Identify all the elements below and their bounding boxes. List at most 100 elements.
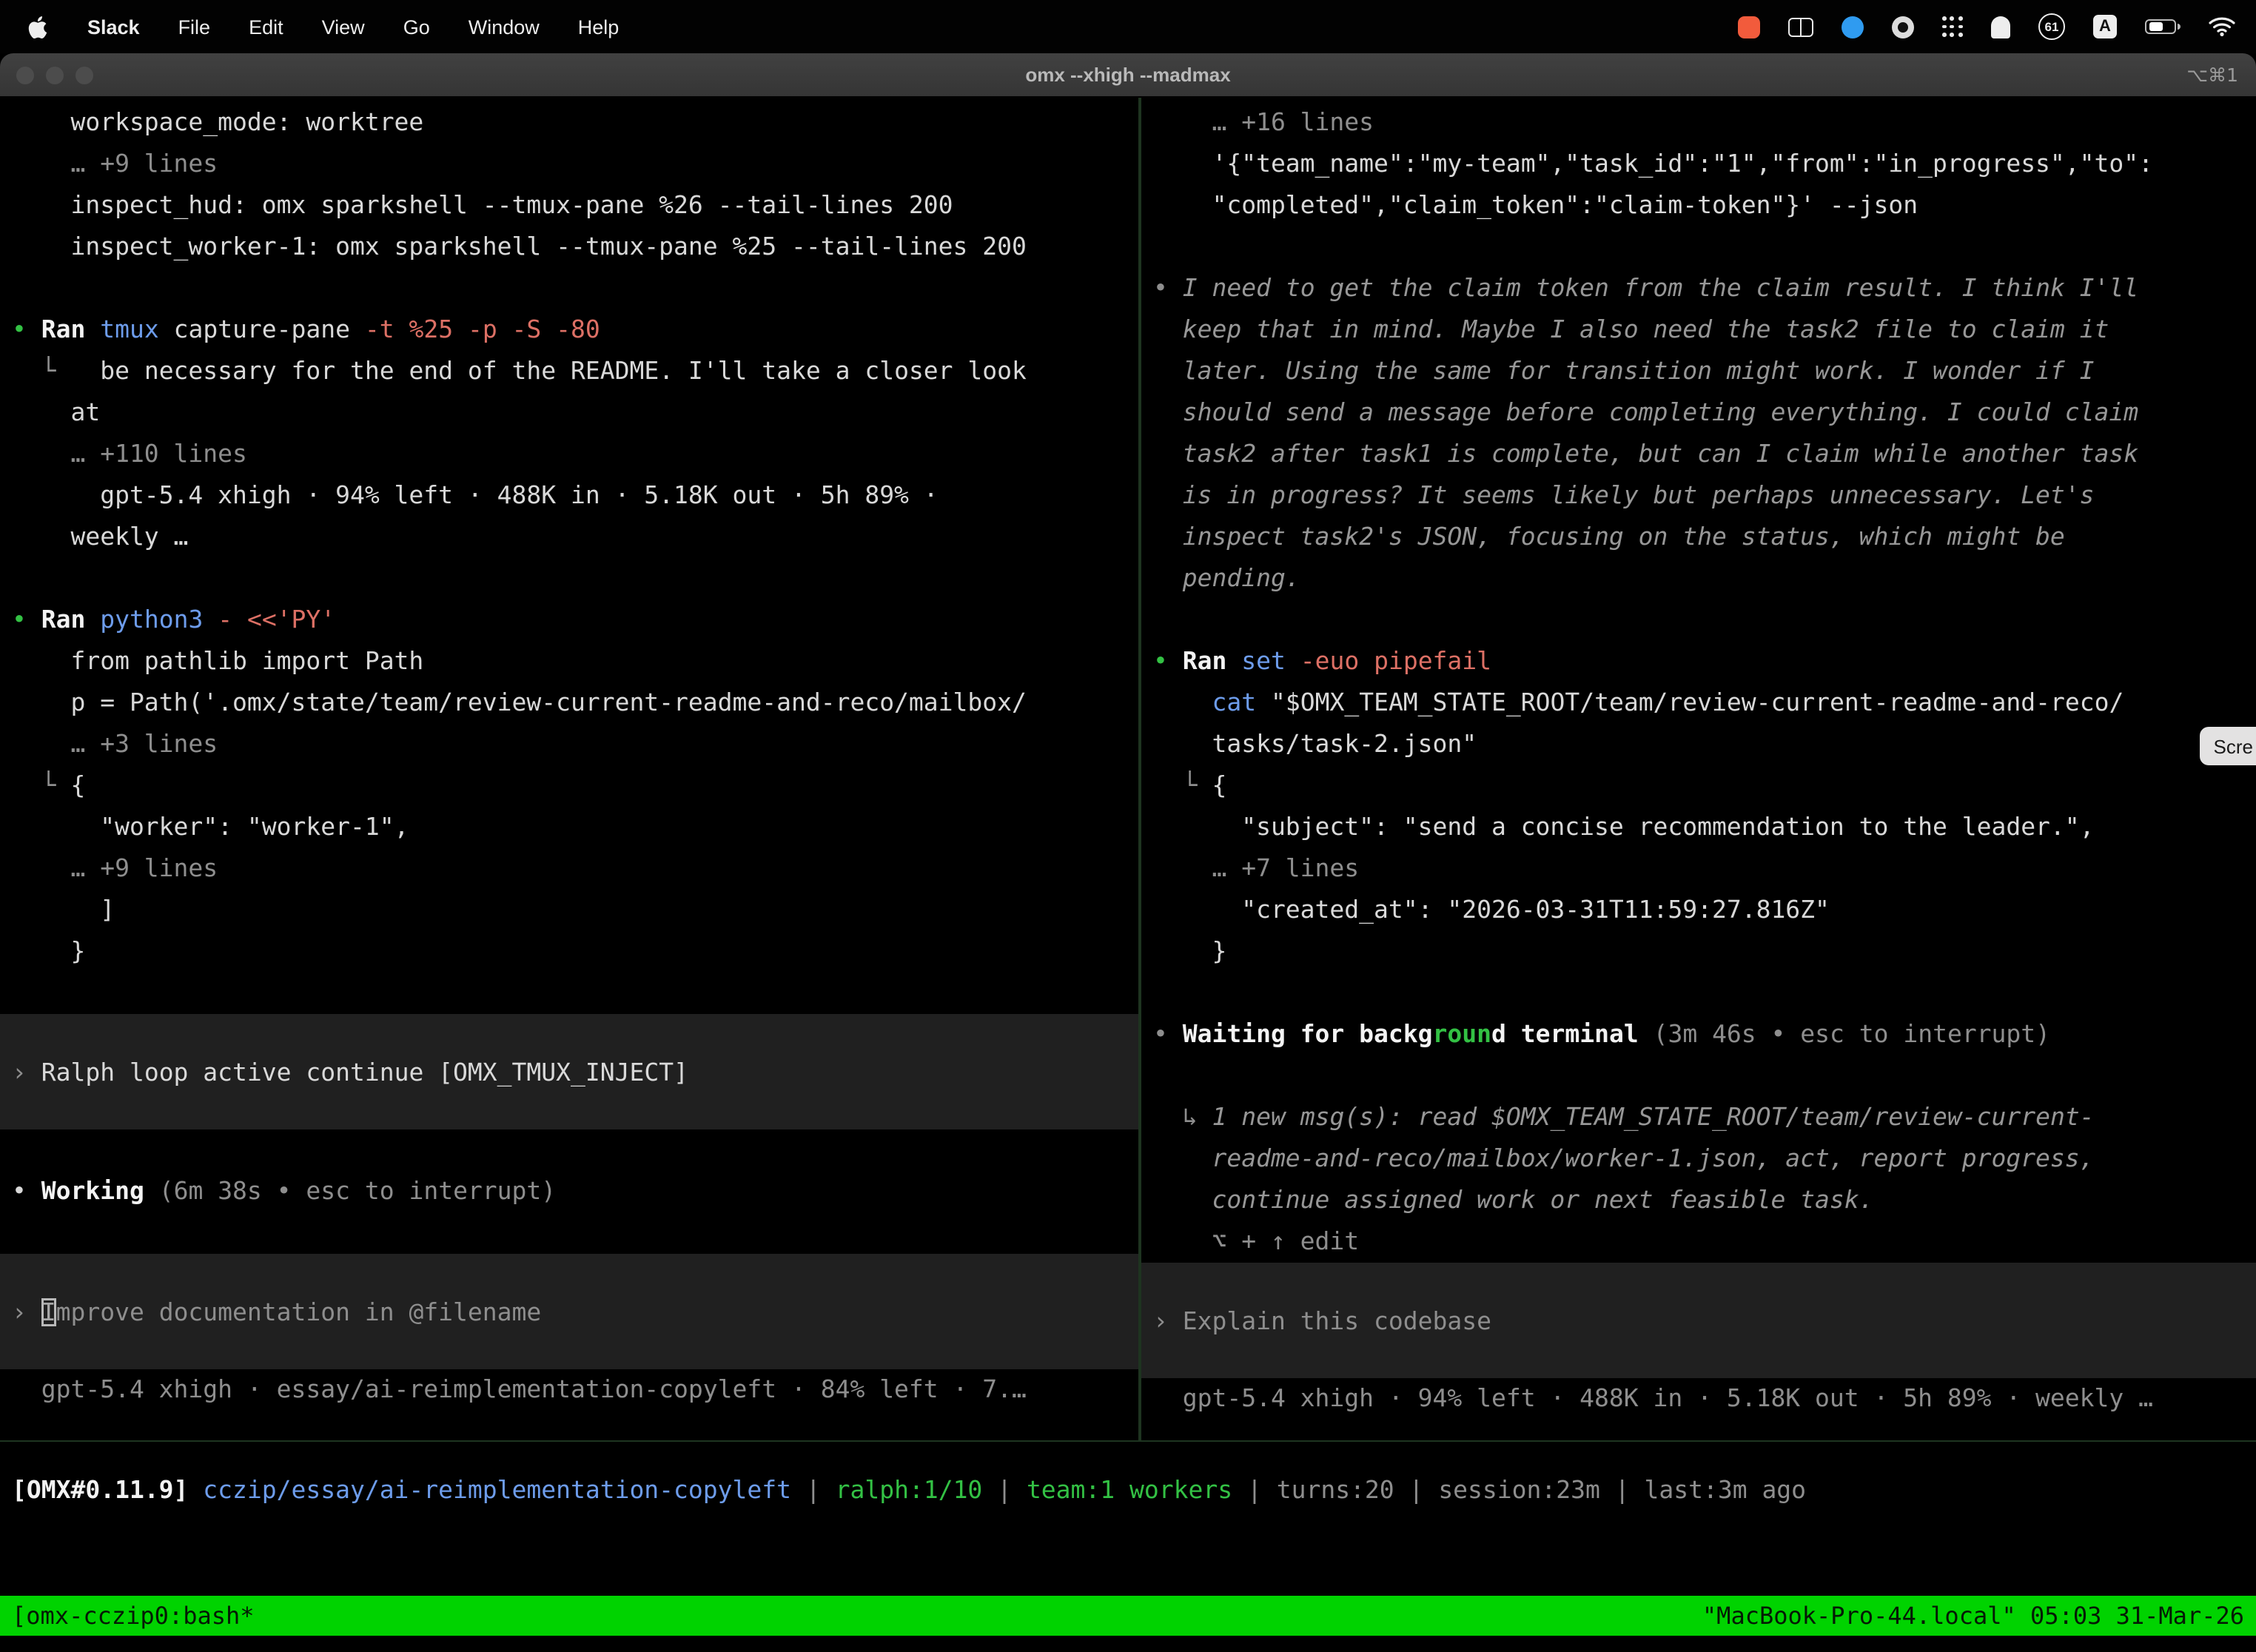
tmux-session-window-label[interactable]: [omx-cczip0:bash* [12,1602,255,1630]
text-segment: "$OMX_TEAM_STATE_ROOT/team/review-curren… [1271,688,2124,716]
text-segment: cczip/essay/ai-reimplementation-copyleft [203,1476,791,1504]
text-segment: - <<'PY' [218,605,335,634]
text-segment: | [791,1476,836,1504]
blank-line [1141,1055,2256,1097]
menu-bar-left: Slack File Edit View Go Window Help [27,16,619,38]
terminal-line: from pathlib import Path [0,641,1138,682]
input-box[interactable]: › Ralph loop active continue [OMX_TMUX_I… [0,1014,1138,1129]
ghostty-icon[interactable] [1991,16,2010,38]
apple-menu-icon[interactable] [27,16,49,38]
title-bar[interactable]: omx --xhigh --madmax ⌥⌘1 [0,53,2256,98]
text-segment: … +3 lines [12,730,218,758]
text-segment: mprove documentation in @filename [56,1297,542,1326]
text-segment: at [12,398,100,426]
input-box[interactable]: › Improve documentation in @filename [0,1254,1138,1369]
terminal-line: ⌥ + ↑ edit [1141,1221,2256,1263]
battery-icon[interactable] [2145,19,2181,35]
text-segment: last:3m ago [1645,1476,1807,1504]
text-segment: └ [1153,771,1212,799]
text-segment: } [1153,937,1226,965]
menu-help[interactable]: Help [578,16,620,38]
text-segment: (3m 46s • esc to interrupt) [1654,1020,2050,1048]
terminal-line: … +110 lines [0,434,1138,475]
text-segment: ⌥ + ↑ edit [1153,1227,1359,1255]
screen-overlay-badge[interactable]: Scre [2200,727,2256,765]
text-segment: "created_at": "2026-03-31T11:59:27.816Z" [1153,896,1830,924]
bottom-spacer [0,1636,2256,1652]
menu-bar-status-icons: 61 A [1738,13,2235,40]
menu-view[interactable]: View [322,16,365,38]
text-segment: • [12,315,41,343]
close-button[interactable] [16,66,34,84]
text-segment: • [1153,647,1183,675]
text-segment: is in progress? It seems likely but perh… [1153,481,2095,509]
text-segment: I [41,1297,56,1326]
input-box[interactable]: › Explain this codebase [1141,1263,2256,1378]
percent-circle-icon[interactable]: 61 [2038,13,2065,40]
text-segment: -euo pipefail [1300,647,1491,675]
window-shortcut-hint: ⌥⌘1 [2186,64,2256,86]
text-segment: later. Using the same for transition mig… [1153,357,2095,385]
terminal-window: omx --xhigh --madmax ⌥⌘1 workspace_mode:… [0,53,2256,1652]
terminal-line: } [1141,931,2256,973]
text-segment: inspect task2's JSON, focusing on the st… [1153,523,2065,551]
text-segment: team:1 workers [1027,1476,1232,1504]
text-segment: "completed","claim_token":"claim-token"}… [1153,191,1918,219]
menu-window[interactable]: Window [469,16,540,38]
terminal-line: … +16 lines [1141,102,2256,144]
menu-go[interactable]: Go [403,16,430,38]
text-segment: } [12,937,85,965]
tmux-panes: workspace_mode: worktree … +9 lines insp… [0,98,2256,1440]
tmux-host-clock-label: "MacBook-Pro-44.local" 05:03 31-Mar-26 [1702,1602,2244,1630]
blank-line [0,268,1138,309]
terminal-line: gpt-5.4 xhigh · essay/ai-reimplementatio… [0,1369,1138,1411]
input-source-letter: A [2099,18,2111,36]
window-tiling-icon[interactable] [1788,17,1813,36]
minimize-button[interactable] [46,66,64,84]
text-segment: • [12,1177,41,1205]
text-segment: … +16 lines [1153,108,1374,136]
menu-file[interactable]: File [178,16,211,38]
blank-line [1141,600,2256,641]
menu-edit[interactable]: Edit [249,16,283,38]
menu-bar: Slack File Edit View Go Window Help 61 A [0,0,2256,53]
tmux-status-bar: [omx-cczip0:bash* "MacBook-Pro-44.local"… [0,1596,2256,1636]
text-segment: "subject": "send a concise recommendatio… [1153,813,2095,841]
text-segment: capture-pane [174,315,365,343]
blank-line [0,973,1138,1014]
blue-app-icon[interactable] [1842,16,1864,38]
terminal-line: inspect_worker-1: omx sparkshell --tmux-… [0,226,1138,268]
text-segment: | [982,1476,1027,1504]
terminal-line: cat "$OMX_TEAM_STATE_ROOT/team/review-cu… [1141,682,2256,724]
input-source-icon[interactable]: A [2093,15,2117,38]
wifi-icon[interactable] [2209,16,2235,37]
text-segment: ralph:1/10 [836,1476,983,1504]
text-segment: python3 [100,605,218,634]
zoom-button[interactable] [75,66,93,84]
text-segment: -t %25 -p -S -80 [365,315,600,343]
screen: Slack File Edit View Go Window Help 61 A [0,0,2256,1652]
dots-grid-icon[interactable] [1942,16,1963,37]
text-segment: › [12,1058,41,1086]
percent-circle-value: 61 [2045,19,2059,34]
terminal-line: inspect_hud: omx sparkshell --tmux-pane … [0,185,1138,226]
text-segment: gpt-5.4 xhigh · 94% left · 488K in · 5.1… [1153,1384,2153,1412]
text-segment: be necessary for the end of the README. … [100,357,1027,385]
terminal-line: keep that in mind. Maybe I also need the… [1141,309,2256,351]
blank-line [0,558,1138,600]
round-app-icon[interactable] [1892,16,1914,38]
text-segment: "worker": "worker-1", [12,813,409,841]
terminal-line: continue assigned work or next feasible … [1141,1180,2256,1221]
left-terminal-pane[interactable]: workspace_mode: worktree … +9 lines insp… [0,98,1138,1440]
text-segment: session:23m [1438,1476,1600,1504]
terminal-line: gpt-5.4 xhigh · 94% left · 488K in · 5.1… [1141,1378,2256,1420]
terminal-line: pending. [1141,558,2256,600]
right-terminal-pane[interactable]: … +16 lines '{"team_name":"my-team","tas… [1141,98,2256,1440]
text-segment: weekly … [12,523,188,551]
terminal-line: "created_at": "2026-03-31T11:59:27.816Z" [1141,890,2256,931]
screen-recording-indicator-icon[interactable] [1738,16,1760,38]
menu-app-name[interactable]: Slack [87,16,140,38]
terminal-line: [OMX#0.11.9] cczip/essay/ai-reimplementa… [0,1470,2256,1511]
text-segment: • [1153,1020,1183,1048]
terminal-line: ↳ 1 new msg(s): read $OMX_TEAM_STATE_ROO… [1141,1097,2256,1138]
